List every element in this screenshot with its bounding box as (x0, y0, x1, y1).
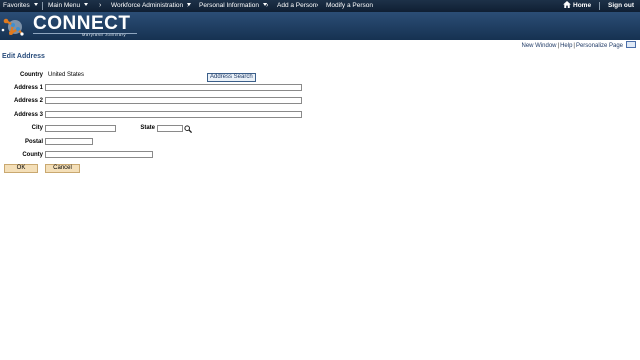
connect-logo-icon (1, 18, 24, 36)
nav-favorites-label: Favorites (3, 2, 30, 9)
address3-label: Address 3 (13, 112, 43, 118)
top-nav-bar: Favorites Main Menu › Workforce Administ… (0, 0, 640, 12)
nav-main-menu[interactable]: Main Menu (48, 0, 89, 12)
breadcrumb-arrow-icon: › (187, 2, 190, 9)
nav-home-label: Home (573, 2, 592, 9)
address2-label: Address 2 (13, 98, 43, 104)
personalize-grid-icon[interactable] (626, 41, 636, 48)
brand-subtitle: Maryland Judiciary (82, 32, 127, 37)
page-title: Edit Address (2, 53, 45, 60)
postal-label: Postal (24, 139, 43, 145)
nav-modify-person[interactable]: Modify a Person (326, 0, 373, 12)
personalize-page-link[interactable]: Personalize Page (576, 43, 623, 49)
breadcrumb-arrow-icon: › (266, 2, 269, 9)
breadcrumb-arrow-icon: › (316, 2, 319, 9)
state-input[interactable] (157, 125, 183, 132)
address1-label: Address 1 (13, 85, 43, 91)
state-label: State (140, 125, 155, 131)
address1-input[interactable] (45, 84, 302, 91)
county-input[interactable] (45, 151, 153, 158)
address-search-button[interactable]: Address Search (207, 73, 256, 82)
city-label: City (31, 125, 43, 131)
postal-input[interactable] (45, 138, 93, 145)
new-window-link[interactable]: New Window (521, 43, 556, 49)
chevron-down-icon (33, 3, 38, 6)
nav-workforce-admin-label: Workforce Administration (111, 2, 184, 9)
breadcrumb-arrow-icon: › (99, 2, 102, 9)
nav-separator (599, 2, 600, 10)
address2-input[interactable] (45, 97, 302, 104)
nav-home[interactable]: Home (563, 0, 591, 12)
tools-separator: | (573, 43, 575, 49)
nav-favorites[interactable]: Favorites (3, 0, 38, 12)
nav-personal-info-label: Personal Information (199, 2, 259, 9)
nav-workforce-admin[interactable]: Workforce Administration (111, 0, 192, 12)
cancel-button[interactable]: Cancel (45, 164, 80, 173)
sign-out-link[interactable]: Sign out (608, 0, 634, 12)
ok-button[interactable]: OK (4, 164, 38, 173)
chevron-down-icon (84, 3, 89, 6)
nav-add-person[interactable]: Add a Person (277, 0, 316, 12)
lookup-search-icon[interactable] (184, 125, 192, 133)
page-tools: New Window|Help|Personalize Page (521, 41, 636, 49)
nav-main-menu-label: Main Menu (48, 2, 81, 9)
city-input[interactable] (45, 125, 116, 132)
country-label: Country (20, 72, 43, 78)
nav-separator (42, 2, 43, 10)
county-label: County (22, 152, 43, 158)
home-icon (563, 1, 571, 8)
nav-personal-info[interactable]: Personal Information (199, 0, 267, 12)
tools-separator: | (557, 43, 560, 49)
address3-input[interactable] (45, 111, 302, 118)
country-value: United States (48, 72, 85, 78)
help-link[interactable]: Help (560, 43, 572, 49)
